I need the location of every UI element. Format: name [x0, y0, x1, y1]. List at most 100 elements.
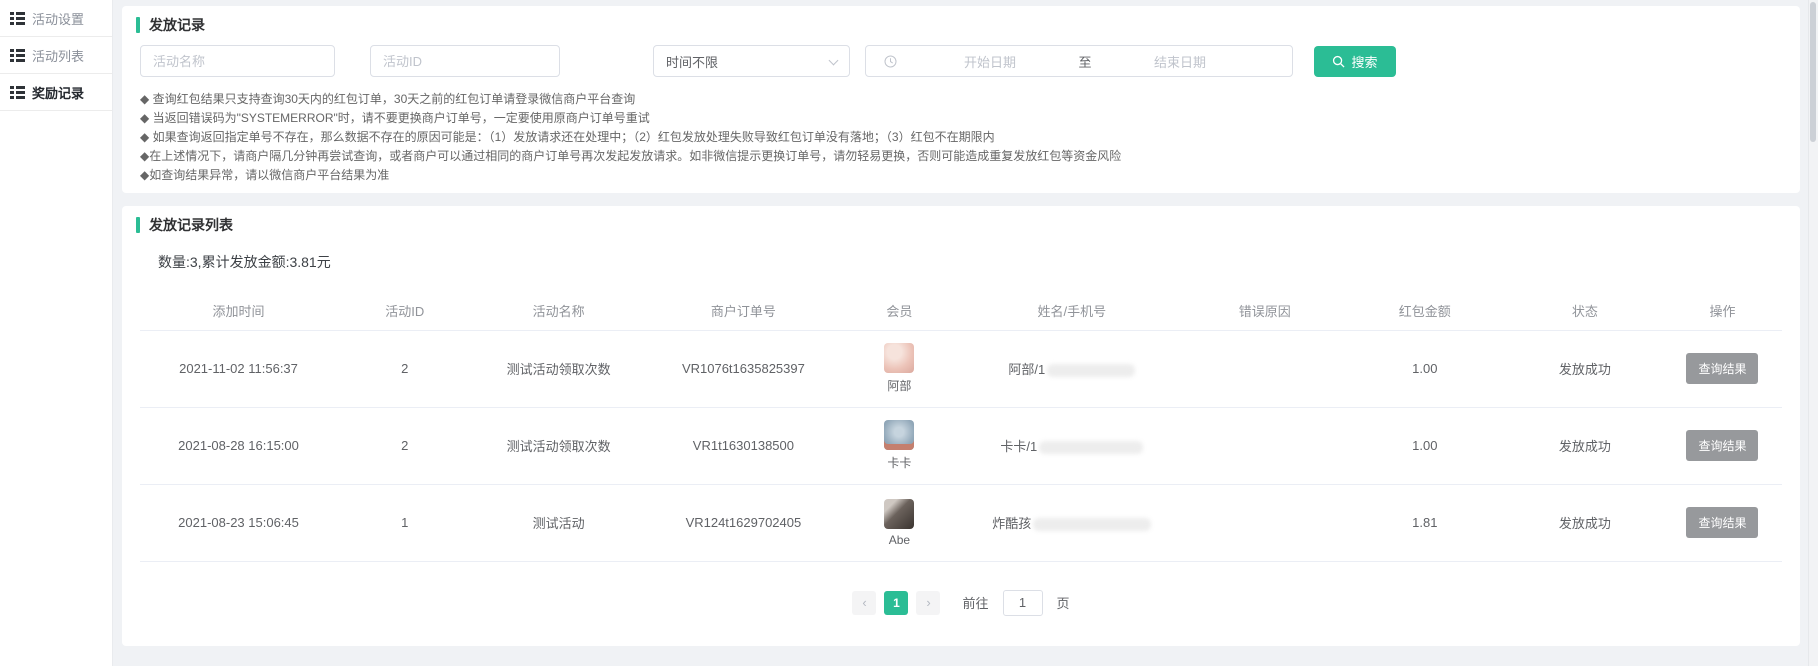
sidebar: 活动设置 活动列表 奖励记录	[0, 0, 113, 666]
cell-order-no: VR1076t1635825397	[645, 330, 842, 407]
col-status: 状态	[1507, 292, 1663, 330]
redacted-phone	[1033, 518, 1151, 531]
section-title-text: 发放记录列表	[149, 215, 233, 235]
records-table: 添加时间 活动ID 活动名称 商户订单号 会员 姓名/手机号 错误原因 红包金额…	[140, 292, 1782, 562]
main-content: 发放记录 时间不限 开始日期 至 结束日期	[122, 0, 1800, 646]
title-accent-bar	[136, 17, 140, 33]
scrollbar[interactable]	[1808, 0, 1818, 666]
cell-activity-name: 测试活动领取次数	[472, 330, 644, 407]
activity-id-input[interactable]	[370, 45, 560, 77]
cell-error-reason	[1187, 407, 1343, 484]
note-line: ◆ 如果查询返回指定单号不存在，那么数据不存在的原因可能是：（1）发放请求还在处…	[140, 128, 1782, 147]
activity-name-input[interactable]	[140, 45, 335, 77]
cell-activity-id: 1	[337, 484, 472, 561]
member-avatar	[884, 420, 914, 450]
end-date-placeholder[interactable]: 结束日期	[1115, 52, 1245, 71]
sidebar-item-activity-settings[interactable]: 活动设置	[0, 0, 112, 37]
sidebar-item-reward-records[interactable]: 奖励记录	[0, 74, 112, 111]
cell-amount: 1.00	[1343, 330, 1507, 407]
cell-action: 查询结果	[1663, 484, 1782, 561]
redacted-phone	[1047, 364, 1135, 377]
cell-activity-name: 测试活动领取次数	[472, 407, 644, 484]
section-title-distribution-records: 发放记录	[122, 14, 1800, 36]
cell-order-no: VR1t1630138500	[645, 407, 842, 484]
status-badge: 发放成功	[1507, 330, 1663, 407]
records-summary: 数量:3,累计发放金额:3.81元	[122, 252, 1800, 272]
time-range-select[interactable]: 时间不限	[653, 45, 850, 77]
table-row: 2021-08-28 16:15:00 2 测试活动领取次数 VR1t16301…	[140, 407, 1782, 484]
time-range-value: 时间不限	[666, 52, 718, 71]
note-line: ◆在上述情况下，请商户隔几分钟再尝试查询，或者商户可以通过相同的商户订单号再次发…	[140, 147, 1782, 166]
cell-member: 阿部	[842, 330, 957, 407]
col-added-time: 添加时间	[140, 292, 337, 330]
member-nickname: 阿部	[842, 377, 957, 394]
note-line: ◆如查询结果异常，请以微信商户平台结果为准	[140, 166, 1782, 185]
cell-activity-name: 测试活动	[472, 484, 644, 561]
cell-member: Abe	[842, 484, 957, 561]
cell-added-time: 2021-08-23 15:06:45	[140, 484, 337, 561]
section-title-records-list: 发放记录列表	[122, 214, 1800, 236]
cell-amount: 1.00	[1343, 407, 1507, 484]
cell-member: 卡卡	[842, 407, 957, 484]
search-button[interactable]: 搜索	[1314, 46, 1396, 77]
query-result-button[interactable]: 查询结果	[1686, 430, 1758, 461]
cell-error-reason	[1187, 484, 1343, 561]
sidebar-item-label: 活动列表	[32, 46, 84, 65]
note-line: ◆ 当返回错误码为"SYSTEMERROR"时，请不要更换商户订单号，一定要使用…	[140, 109, 1782, 128]
pagination: ‹ 1 › 前往 页	[122, 590, 1800, 616]
cell-name-phone: 卡卡/1	[957, 407, 1187, 484]
member-avatar	[884, 499, 914, 529]
cell-amount: 1.81	[1343, 484, 1507, 561]
col-activity-id: 活动ID	[337, 292, 472, 330]
clock-icon	[884, 55, 897, 68]
chevron-down-icon	[829, 56, 839, 66]
search-icon	[1332, 55, 1345, 68]
cell-name-phone: 炸酷孩	[957, 484, 1187, 561]
cell-name-phone: 阿部/1	[957, 330, 1187, 407]
cell-added-time: 2021-08-28 16:15:00	[140, 407, 337, 484]
cell-order-no: VR124t1629702405	[645, 484, 842, 561]
cell-action: 查询结果	[1663, 407, 1782, 484]
col-member: 会员	[842, 292, 957, 330]
notes-list: ◆ 查询红包结果只支持查询30天内的红包订单，30天之前的红包订单请登录微信商户…	[122, 90, 1800, 185]
query-result-button[interactable]: 查询结果	[1686, 353, 1758, 384]
start-date-placeholder[interactable]: 开始日期	[925, 52, 1055, 71]
col-order-no: 商户订单号	[645, 292, 842, 330]
next-page-button[interactable]: ›	[916, 591, 940, 615]
col-name-phone: 姓名/手机号	[957, 292, 1187, 330]
scrollbar-thumb[interactable]	[1810, 2, 1816, 142]
search-card: 发放记录 时间不限 开始日期 至 结束日期	[122, 6, 1800, 193]
goto-page-input[interactable]	[1003, 590, 1043, 616]
col-amount: 红包金额	[1343, 292, 1507, 330]
date-range-picker[interactable]: 开始日期 至 结束日期	[865, 45, 1293, 77]
cell-added-time: 2021-11-02 11:56:37	[140, 330, 337, 407]
records-card: 发放记录列表 数量:3,累计发放金额:3.81元 添加时间 活动ID 活动名称 …	[122, 206, 1800, 646]
member-nickname: 卡卡	[842, 454, 957, 471]
status-badge: 发放成功	[1507, 407, 1663, 484]
page-unit-label: 页	[1057, 593, 1070, 612]
cell-activity-id: 2	[337, 330, 472, 407]
cell-activity-id: 2	[337, 407, 472, 484]
table-row: 2021-11-02 11:56:37 2 测试活动领取次数 VR1076t16…	[140, 330, 1782, 407]
title-accent-bar	[136, 217, 140, 233]
goto-label: 前往	[962, 593, 988, 612]
note-line: ◆ 查询红包结果只支持查询30天内的红包订单，30天之前的红包订单请登录微信商户…	[140, 90, 1782, 109]
redacted-phone	[1039, 441, 1143, 454]
col-activity-name: 活动名称	[472, 292, 644, 330]
sidebar-item-activity-list[interactable]: 活动列表	[0, 37, 112, 74]
list-icon	[10, 49, 25, 62]
table-header-row: 添加时间 活动ID 活动名称 商户订单号 会员 姓名/手机号 错误原因 红包金额…	[140, 292, 1782, 330]
cell-action: 查询结果	[1663, 330, 1782, 407]
prev-page-button[interactable]: ‹	[852, 591, 876, 615]
sidebar-item-label: 奖励记录	[32, 83, 84, 102]
status-badge: 发放成功	[1507, 484, 1663, 561]
red-packet-admin-page: 活动设置 活动列表 奖励记录 发放记录 时间不限	[0, 0, 1818, 666]
date-range-separator: 至	[1055, 52, 1115, 71]
col-action: 操作	[1663, 292, 1782, 330]
table-row: 2021-08-23 15:06:45 1 测试活动 VR124t1629702…	[140, 484, 1782, 561]
list-icon	[10, 12, 25, 25]
member-avatar	[884, 343, 914, 373]
current-page-button[interactable]: 1	[884, 591, 908, 615]
query-result-button[interactable]: 查询结果	[1686, 507, 1758, 538]
sidebar-item-label: 活动设置	[32, 9, 84, 28]
